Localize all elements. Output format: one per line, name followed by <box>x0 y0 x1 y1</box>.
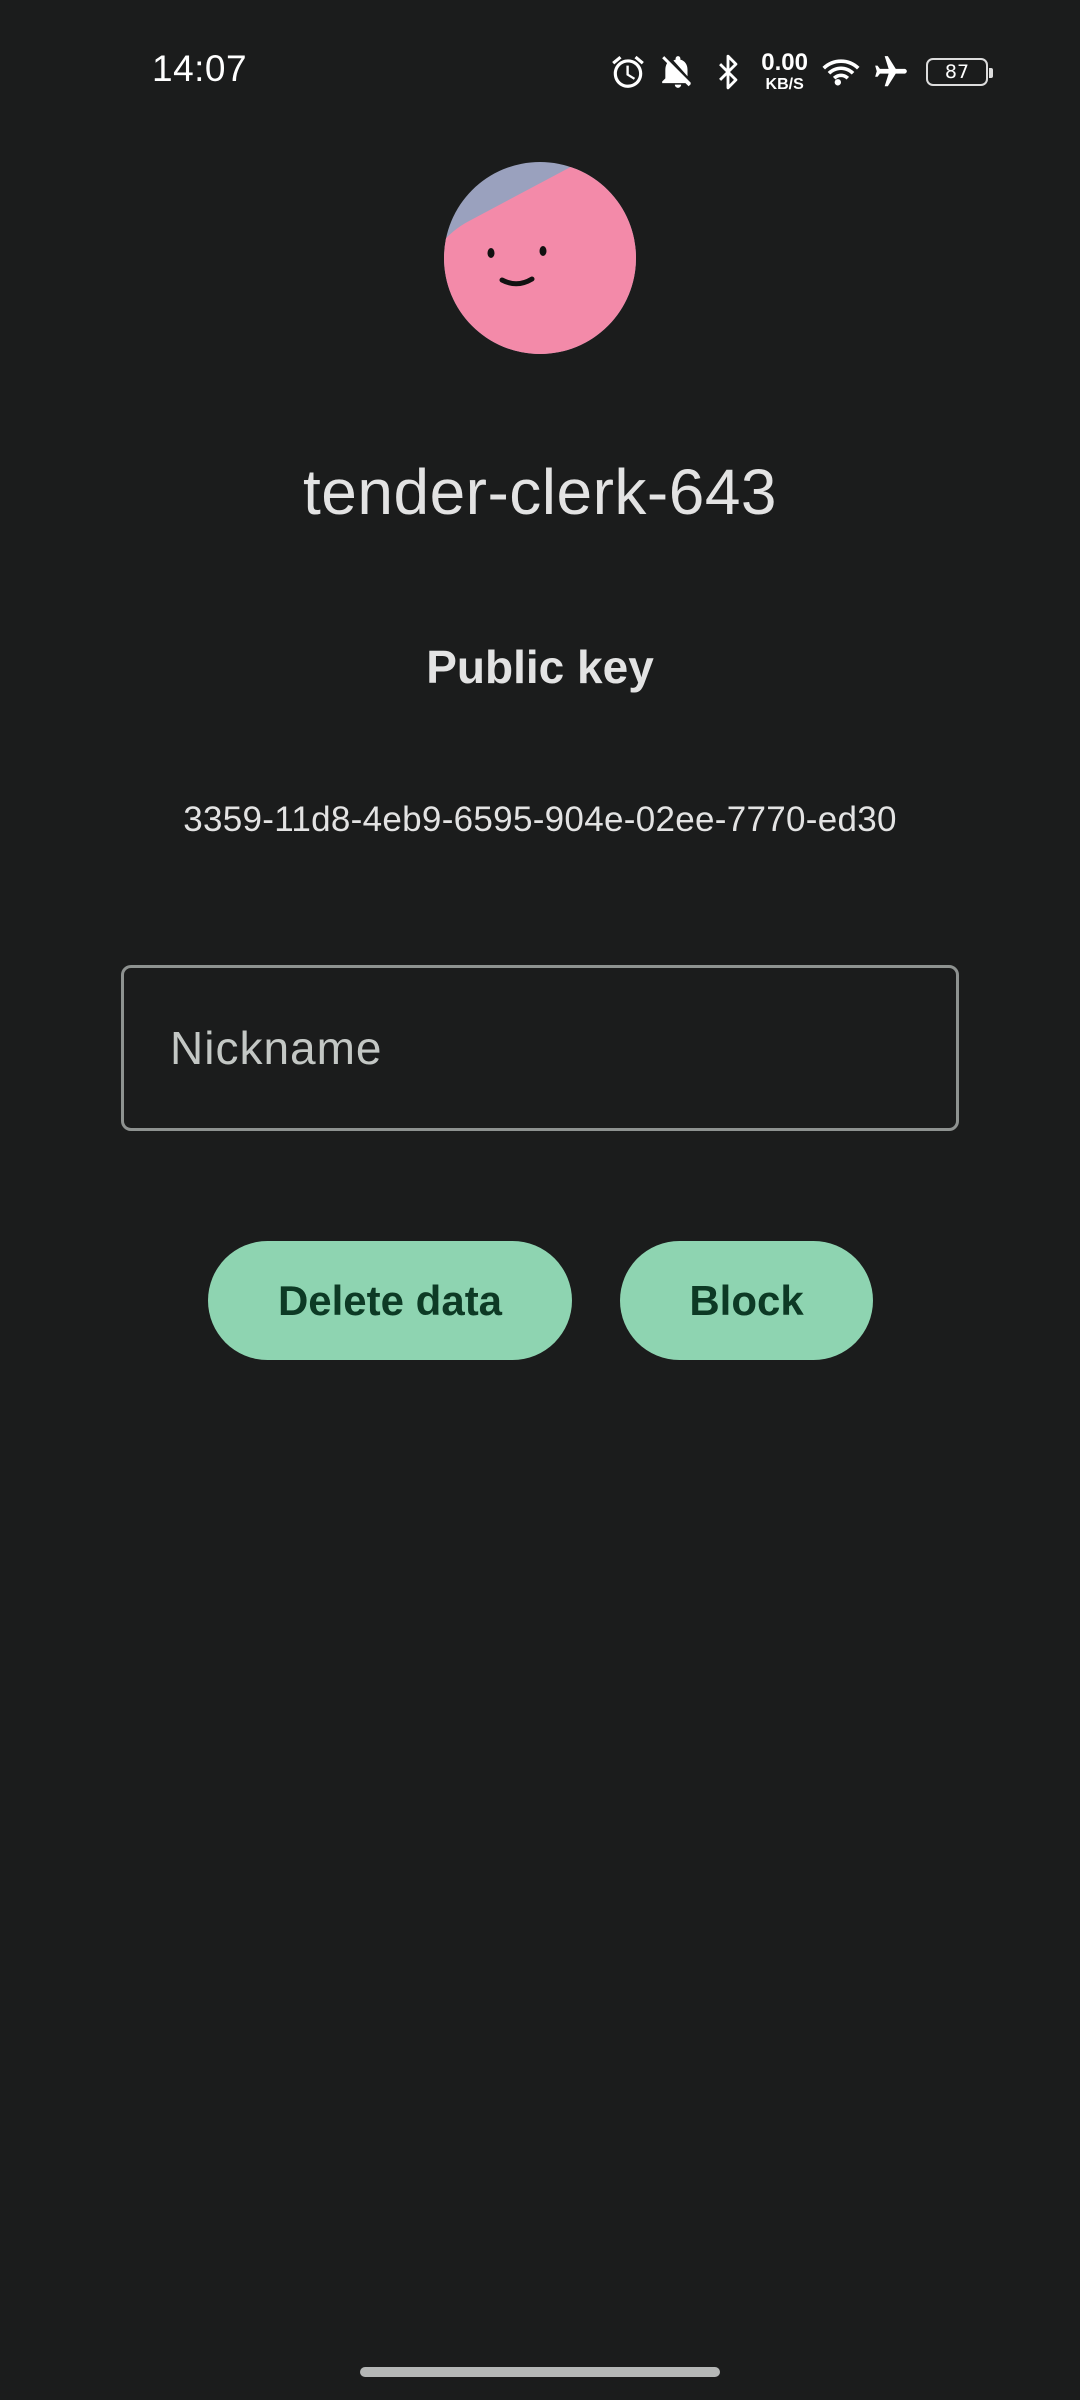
status-bar: 14:07 0.00 KB/S 87 <box>0 0 1080 140</box>
block-button[interactable]: Block <box>620 1241 873 1360</box>
delete-data-button[interactable]: Delete data <box>208 1241 572 1360</box>
alarm-icon <box>609 53 647 91</box>
avatar <box>444 162 636 354</box>
display-name: tender-clerk-643 <box>303 456 777 528</box>
net-speed: 0.00 KB/S <box>761 51 808 93</box>
airplane-mode-icon <box>872 53 910 91</box>
wifi-icon <box>822 53 860 91</box>
net-speed-value: 0.00 <box>761 49 808 76</box>
net-speed-unit: KB/S <box>765 76 804 93</box>
status-icons: 0.00 KB/S 87 <box>609 48 993 96</box>
battery-level: 87 <box>944 61 970 83</box>
battery-icon: 87 <box>926 58 993 86</box>
nickname-field[interactable] <box>121 965 959 1131</box>
status-time: 14:07 <box>152 48 248 89</box>
bluetooth-icon <box>709 53 747 91</box>
bell-off-icon <box>659 53 697 91</box>
home-indicator[interactable] <box>360 2367 720 2377</box>
smiley-avatar-icon <box>444 162 636 354</box>
public-key-value: 3359-11d8-4eb9-6595-904e-02ee-7770-ed30 <box>183 800 897 839</box>
public-key-heading: Public key <box>426 641 654 693</box>
nickname-input[interactable] <box>124 968 956 1128</box>
